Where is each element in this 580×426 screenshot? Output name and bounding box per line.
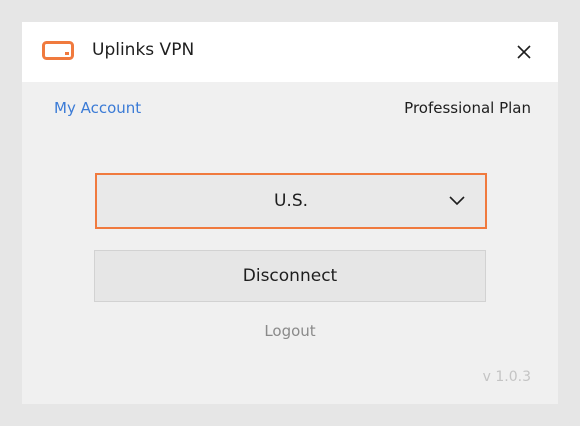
version-label: v 1.0.3 — [482, 369, 531, 385]
app-frame: Uplinks VPN My Account Professional Plan… — [0, 0, 580, 426]
title-bar: Uplinks VPN — [22, 22, 558, 82]
vpn-window: Uplinks VPN My Account Professional Plan… — [22, 22, 558, 404]
disconnect-button[interactable]: Disconnect — [94, 250, 486, 302]
chevron-down-icon — [449, 196, 465, 206]
selected-location: U.S. — [273, 191, 309, 211]
server-location-select[interactable]: U.S. — [95, 173, 487, 229]
app-title: Uplinks VPN — [92, 40, 195, 60]
vpn-logo-icon — [42, 41, 74, 60]
my-account-link[interactable]: My Account — [54, 96, 141, 120]
close-icon[interactable] — [510, 38, 538, 66]
plan-label: Professional Plan — [404, 99, 531, 117]
logout-link[interactable]: Logout — [22, 319, 558, 343]
